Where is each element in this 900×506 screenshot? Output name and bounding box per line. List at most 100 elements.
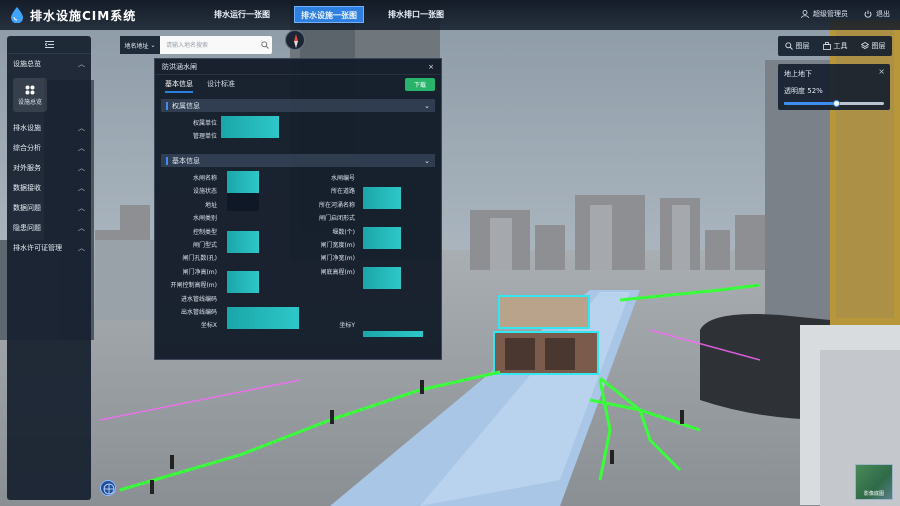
field-label: 闸门净宽(m) bbox=[320, 255, 355, 263]
chevron-up-icon: ︿ bbox=[78, 124, 85, 132]
tool-label: 工具 bbox=[833, 42, 848, 50]
scene-home-button[interactable] bbox=[100, 480, 116, 496]
tab-drainage-outlets[interactable]: 排水排口一张图 bbox=[382, 6, 450, 23]
sidebar-item-permits[interactable]: 排水许可证管理 ︿ bbox=[7, 238, 91, 258]
sidebar-item-label: 对外服务 bbox=[13, 164, 41, 172]
grid-globe-icon bbox=[103, 483, 115, 495]
right-toolbar: 图层 工具 图层 bbox=[778, 36, 892, 56]
user-icon bbox=[801, 10, 809, 18]
section-basic-header[interactable]: 基本信息 ⌄ bbox=[161, 154, 435, 167]
field-label: 闸底高程(m) bbox=[320, 268, 355, 276]
sidebar-item-data-issues[interactable]: 数据问题 ︿ bbox=[7, 198, 91, 218]
chevron-down-icon: ⌄ bbox=[424, 156, 430, 165]
tab-design-standard[interactable]: 设计标准 bbox=[207, 75, 235, 93]
redacted-value bbox=[227, 193, 259, 211]
logout-label: 退出 bbox=[876, 10, 890, 18]
layers-tool-button[interactable]: 图层 bbox=[784, 41, 810, 51]
logout-button[interactable]: 退出 bbox=[864, 9, 890, 19]
tab-drainage-operation[interactable]: 排水运行一张图 bbox=[208, 6, 276, 23]
sidebar-item-hazards[interactable]: 隐患问题 ︿ bbox=[7, 218, 91, 238]
close-icon[interactable]: × bbox=[428, 63, 434, 71]
basic-fields: 水闸名称 设施状态 地址 水闸类别 控制类型 闸门型式 闸门孔数(孔) 闸门净高(m) 开闸控制… bbox=[155, 167, 441, 347]
redacted-value bbox=[363, 227, 401, 249]
field-label: 所在道路 bbox=[330, 188, 355, 196]
sidebar-item-data-receive[interactable]: 数据接收 ︿ bbox=[7, 178, 91, 198]
sidebar-subitems: 设施总览 bbox=[7, 74, 91, 118]
basemap-switcher[interactable]: 影像底图 bbox=[855, 464, 893, 500]
opacity-value: 52% bbox=[807, 87, 823, 95]
address-type-select[interactable]: 地名地址 ⌄ bbox=[120, 36, 160, 54]
field-label: 管理单位 bbox=[192, 133, 217, 140]
field-label: 地址 bbox=[204, 201, 217, 209]
layers-icon bbox=[860, 42, 869, 49]
field-label: 坐标Y bbox=[339, 322, 355, 330]
chevron-up-icon: ︿ bbox=[78, 184, 85, 192]
above-below-ground-panel: 地上地下 × 透明度 52% bbox=[778, 64, 890, 110]
power-icon bbox=[864, 10, 872, 18]
sidebar-item-label: 排水设施 bbox=[13, 124, 41, 132]
layer-list-button[interactable]: 图层 bbox=[860, 41, 886, 51]
user-name: 超级管理员 bbox=[813, 10, 848, 18]
top-nav-tabs: 排水运行一张图 排水设施一张图 排水排口一张图 bbox=[208, 6, 450, 23]
search-icon bbox=[261, 41, 269, 49]
sidebar-collapse-button[interactable] bbox=[7, 36, 91, 54]
download-button[interactable]: 下载 bbox=[404, 78, 435, 91]
field-label: 坐标X bbox=[200, 322, 217, 330]
field-label: 出水管线编码 bbox=[180, 309, 217, 316]
field-label: 闸门孔数(孔) bbox=[182, 255, 217, 263]
slider-handle[interactable] bbox=[833, 100, 840, 107]
toolbox-icon bbox=[822, 42, 831, 50]
search-button[interactable] bbox=[258, 36, 272, 54]
redacted-value bbox=[221, 116, 279, 138]
redacted-value bbox=[363, 187, 401, 209]
chevron-up-icon: ︿ bbox=[78, 144, 85, 152]
chevron-up-icon: ︿ bbox=[78, 224, 85, 232]
popup-tabs: 基本信息 设计标准 下载 bbox=[155, 75, 441, 93]
field-label: 闸门型式 bbox=[192, 242, 217, 249]
redacted-value bbox=[363, 331, 423, 337]
sidebar-item-facilities[interactable]: 排水设施 ︿ bbox=[7, 118, 91, 138]
user-area: 超级管理员 退出 bbox=[801, 9, 890, 19]
3d-scene-view[interactable] bbox=[0, 0, 900, 506]
sidebar-item-label: 数据接收 bbox=[13, 184, 41, 192]
popup-title: 防洪涵水闸 bbox=[162, 62, 197, 71]
sidebar-tile-overview[interactable]: 设施总览 bbox=[13, 78, 47, 112]
opacity-slider[interactable] bbox=[784, 100, 884, 107]
tab-drainage-facilities[interactable]: 排水设施一张图 bbox=[294, 6, 364, 23]
chevron-up-icon: ︿ bbox=[78, 164, 85, 172]
close-icon[interactable]: × bbox=[878, 67, 885, 76]
tools-button[interactable]: 工具 bbox=[822, 41, 848, 51]
search-input[interactable] bbox=[160, 36, 258, 54]
sidebar-item-label: 综合分析 bbox=[13, 144, 41, 152]
slider-fill bbox=[784, 102, 836, 105]
compass-control[interactable] bbox=[285, 30, 305, 50]
user-menu[interactable]: 超级管理员 bbox=[801, 9, 848, 19]
tool-label: 图层 bbox=[795, 42, 810, 50]
section-title: 基本信息 bbox=[172, 156, 200, 165]
address-type-label: 地名地址 bbox=[124, 42, 149, 50]
opacity-label: 透明度 bbox=[784, 87, 805, 95]
app-title: 排水设施CIM系统 bbox=[30, 9, 137, 23]
redacted-value bbox=[227, 307, 299, 329]
chevron-down-icon: ⌄ bbox=[150, 41, 156, 49]
field-label: 进水管线编码 bbox=[180, 295, 217, 303]
field-label: 堰数(个) bbox=[332, 228, 355, 236]
sidebar-item-label: 设施总览 bbox=[13, 60, 41, 68]
tool-label: 图层 bbox=[871, 42, 886, 50]
water-drop-logo-icon bbox=[11, 7, 23, 23]
sidebar-item-services[interactable]: 对外服务 ︿ bbox=[7, 158, 91, 178]
tab-basic-info[interactable]: 基本信息 bbox=[165, 75, 193, 93]
field-label: 闸门净高(m) bbox=[182, 268, 217, 276]
field-label: 水闸名称 bbox=[192, 175, 217, 182]
sidebar-item-analysis[interactable]: 综合分析 ︿ bbox=[7, 138, 91, 158]
compass-icon bbox=[294, 34, 298, 48]
sidebar-item-overview[interactable]: 设施总览 ︿ bbox=[7, 54, 91, 74]
field-label: 所在河涌名称 bbox=[318, 201, 355, 209]
field-label: 水闸类别 bbox=[192, 215, 217, 223]
basemap-label: 影像底图 bbox=[863, 491, 884, 497]
section-title: 权属信息 bbox=[172, 101, 200, 110]
section-ownership-header[interactable]: 权属信息 ⌄ bbox=[161, 99, 435, 112]
chevron-up-icon: ︿ bbox=[78, 204, 85, 212]
sidebar-item-label: 排水许可证管理 bbox=[13, 244, 62, 252]
field-label: 开闸控制高程(m) bbox=[170, 282, 217, 290]
